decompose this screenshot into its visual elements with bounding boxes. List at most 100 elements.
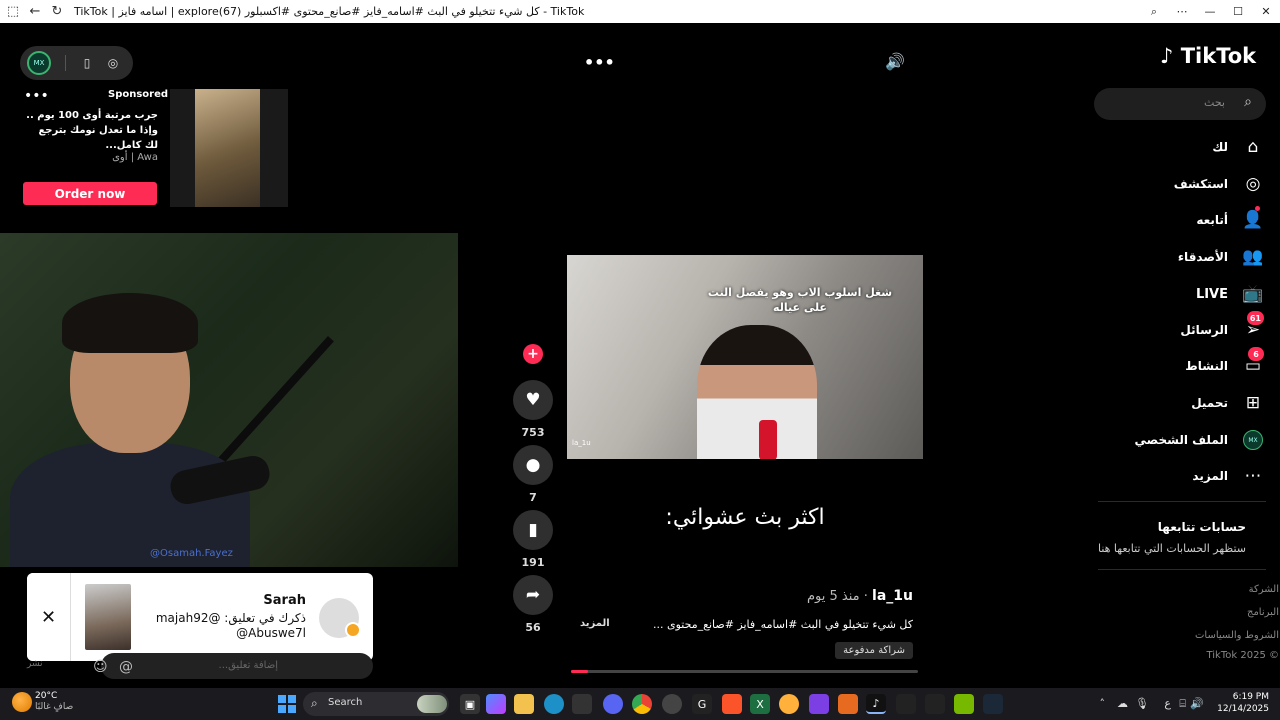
- search-highlight-image: [417, 695, 447, 713]
- search-input[interactable]: بحث ⌕: [1094, 88, 1266, 120]
- post-comment-button[interactable]: نشر: [27, 659, 43, 669]
- weather-widget[interactable]: 20°C صافٍ غالبًا: [12, 691, 73, 713]
- emoji-icon[interactable]: ☺: [93, 659, 108, 675]
- start-button[interactable]: [278, 695, 296, 713]
- close-icon[interactable]: ✕: [27, 573, 71, 661]
- footer-copyright: © 2025 TikTok: [1206, 650, 1279, 661]
- comment-input[interactable]: ☺ @ إضافة تعليق...: [93, 653, 373, 679]
- back-arrow-icon[interactable]: ←: [26, 3, 44, 21]
- cloud-icon[interactable]: ☁: [1117, 697, 1128, 710]
- tiktok-logo[interactable]: ♪ TikTok: [1160, 44, 1256, 68]
- inbox-icon: ▭ 6: [1240, 347, 1266, 379]
- maximize-button[interactable]: ☐: [1224, 0, 1252, 23]
- mention-icon[interactable]: @: [119, 659, 133, 675]
- heart-icon[interactable]: ♥: [513, 380, 553, 420]
- obs-icon[interactable]: [662, 694, 682, 714]
- chat-app-icon[interactable]: [779, 694, 799, 714]
- nav-item-more[interactable]: المزيد ⋯: [1106, 463, 1266, 489]
- comment-icon[interactable]: ●: [513, 445, 553, 485]
- refresh-icon[interactable]: ↻: [48, 3, 66, 21]
- player-more-icon[interactable]: •••: [584, 53, 615, 72]
- left-panel: MX ▯ ◎ ••• Sponsored جرب مرتبة أوى 100 ي…: [0, 23, 308, 233]
- comment-action[interactable]: ● 7: [512, 445, 554, 504]
- nav-item-activity[interactable]: النشاط ▭ 6: [1106, 347, 1266, 379]
- app-icon[interactable]: G: [692, 694, 712, 714]
- nav-item-live[interactable]: LIVE 📺: [1106, 281, 1266, 307]
- file-explorer-icon[interactable]: [514, 694, 534, 714]
- channel-avatar[interactable]: MX: [27, 51, 51, 75]
- share-icon[interactable]: ➦: [513, 575, 553, 615]
- streamer-headphones: [62, 293, 198, 353]
- video-player[interactable]: شغل اسلوب الاب وهو يفصل النت على عياله l…: [567, 255, 923, 459]
- footer-terms-link[interactable]: الشروط والسياسات: [1195, 630, 1279, 641]
- tiktok-note-icon: ♪: [1160, 44, 1174, 68]
- capcut-icon[interactable]: [896, 694, 916, 714]
- ad-options-icon[interactable]: •••: [24, 88, 49, 104]
- nav-item-upload[interactable]: تحميل ⊞: [1106, 390, 1266, 416]
- nav-label: الملف الشخصي: [1134, 433, 1228, 447]
- tiktok-taskbar-icon[interactable]: ♪: [866, 694, 886, 714]
- input-language[interactable]: ع: [1164, 697, 1171, 710]
- nav-item-explore[interactable]: استكشف ◎: [1106, 171, 1266, 197]
- nav-item-profile[interactable]: الملف الشخصي MX: [1106, 427, 1266, 453]
- steam-icon[interactable]: [983, 694, 1003, 714]
- footer-program-link[interactable]: البرنامج: [1247, 607, 1279, 618]
- nav-item-following[interactable]: أتابعه 👤: [1106, 206, 1266, 233]
- nav-item-messages[interactable]: الرسائل ➢ 61: [1106, 311, 1266, 343]
- menu-dots-icon[interactable]: ⋯: [1168, 0, 1196, 23]
- nav-label: تحميل: [1191, 396, 1228, 410]
- network-icon[interactable]: ⌸: [1179, 697, 1186, 711]
- ad-brand: Awa | أوى: [112, 152, 158, 163]
- save-action[interactable]: ▮ 191: [512, 510, 554, 569]
- nav-item-friends[interactable]: الأصدقاء 👥: [1106, 244, 1266, 270]
- task-view-icon[interactable]: ▣: [460, 694, 480, 714]
- microphone-icon[interactable]: 🎙: [1135, 697, 1149, 710]
- nav-item-for-you[interactable]: لك ⌂: [1106, 134, 1266, 160]
- author-name[interactable]: la_1u: [872, 588, 913, 604]
- ad-image[interactable]: [170, 89, 288, 207]
- video-progress-bar[interactable]: [571, 670, 918, 673]
- purple-app-icon[interactable]: [809, 694, 829, 714]
- zoom-icon[interactable]: ⌕: [1140, 0, 1168, 23]
- editor-app-icon[interactable]: [838, 694, 858, 714]
- temperature: 20°C: [35, 691, 58, 701]
- save-count: 191: [521, 556, 545, 569]
- excel-icon[interactable]: X: [750, 694, 770, 714]
- more-link[interactable]: المزيد: [580, 618, 610, 629]
- share-action[interactable]: ➦ 56: [512, 575, 554, 634]
- order-now-button[interactable]: Order now: [23, 182, 157, 205]
- chrome-icon[interactable]: [632, 694, 652, 714]
- notification-toast[interactable]: ✕ Sarah ذكرك في تعليق: @majah92 @Abuswe7…: [27, 573, 373, 661]
- compass-icon[interactable]: ◎: [104, 54, 122, 72]
- follow-plus-button[interactable]: +: [523, 344, 543, 364]
- close-window-button[interactable]: ✕: [1252, 0, 1280, 23]
- copilot-icon[interactable]: [486, 694, 506, 714]
- store-icon[interactable]: [572, 694, 592, 714]
- live-tv-icon: 📺: [1242, 284, 1264, 304]
- discord-icon[interactable]: [603, 694, 623, 714]
- volume-icon[interactable]: 🔊: [1190, 697, 1204, 710]
- weather-text: 20°C صافٍ غالبًا: [35, 691, 73, 713]
- notification-thumbnail[interactable]: [85, 584, 131, 650]
- app-icon[interactable]: [925, 694, 945, 714]
- taskbar-search[interactable]: ⌕ Search: [303, 692, 449, 716]
- minimize-button[interactable]: —: [1196, 0, 1224, 23]
- video-person: [697, 325, 817, 459]
- clock-time: 6:19 PM: [1232, 692, 1269, 702]
- brave-icon[interactable]: [722, 694, 742, 714]
- bookmark-icon[interactable]: ▮: [513, 510, 553, 550]
- nvidia-icon[interactable]: [954, 694, 974, 714]
- volume-icon[interactable]: 🔊: [885, 52, 905, 71]
- clock[interactable]: 6:19 PM 12/14/2025: [1217, 691, 1269, 715]
- user-follow-icon: 👤: [1240, 206, 1266, 233]
- edge-icon[interactable]: [544, 694, 564, 714]
- footer-company-link[interactable]: الشركة: [1249, 584, 1279, 595]
- sponsored-ad[interactable]: ••• Sponsored جرب مرتبة أوى 100 يوم .. و…: [20, 86, 288, 210]
- like-action[interactable]: ♥ 753: [512, 380, 554, 439]
- search-icon[interactable]: ⌕: [1244, 94, 1252, 110]
- windows-taskbar: 20°C صافٍ غالبًا ⌕ Search ▣ G X ♪ ˄ ☁ 🎙 …: [0, 688, 1280, 720]
- phone-icon[interactable]: ▯: [78, 54, 96, 72]
- meta-separator: ·: [859, 589, 868, 604]
- chevron-up-icon[interactable]: ˄: [1100, 697, 1106, 710]
- nav-label: أتابعه: [1196, 213, 1228, 227]
